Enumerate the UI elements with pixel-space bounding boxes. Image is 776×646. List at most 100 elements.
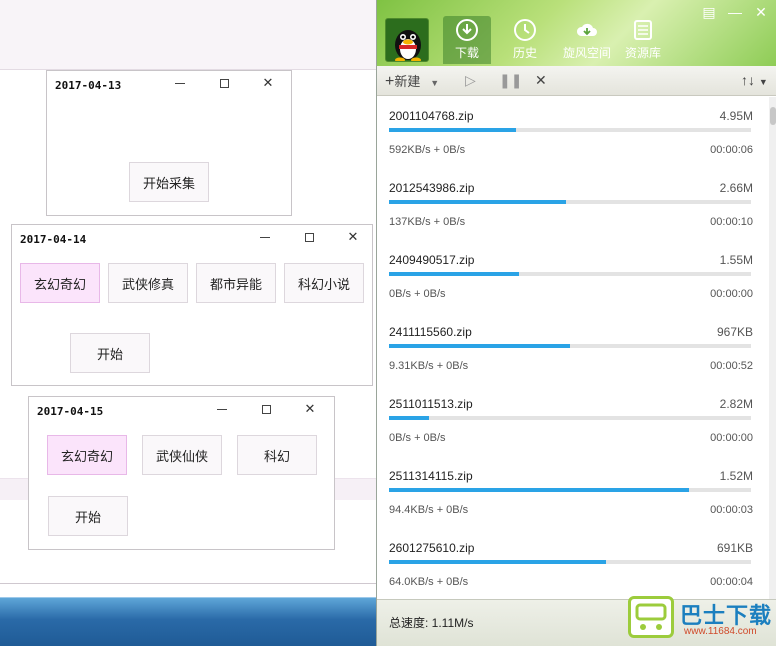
watermark: 巴士下载 www.11684.com (624, 592, 776, 646)
remaining-time: 00:00:04 (710, 576, 753, 588)
library-icon (631, 18, 655, 42)
file-name: 2511011513.zip (389, 397, 473, 411)
close-icon[interactable]: ✕ (299, 399, 321, 419)
start-collect-button[interactable]: 开始采集 (129, 162, 209, 202)
progress-bar (389, 200, 751, 204)
download-item[interactable]: 2511011513.zip 2.82M 0B/s + 0B/s 00:00:0… (389, 385, 753, 457)
minimize-icon[interactable] (169, 73, 191, 93)
background-app-divider (0, 583, 376, 584)
remaining-time: 00:00:10 (710, 216, 753, 228)
transfer-speed: 137KB/s + 0B/s (389, 216, 466, 228)
download-item[interactable]: 2001104768.zip 4.95M 592KB/s + 0B/s 00:0… (389, 97, 753, 169)
close-icon[interactable]: ✕ (342, 227, 364, 247)
sort-icon: ↑↓ (741, 72, 755, 88)
progress-fill (389, 344, 570, 348)
remaining-time: 00:00:00 (710, 288, 753, 300)
new-label: 新建 (394, 74, 421, 89)
category-button-wuxia[interactable]: 武侠修真 (108, 263, 188, 303)
chevron-down-icon: ▼ (758, 77, 768, 87)
download-manager-header: 下载 历史 旋风空间 资源库 ▤ — ✕ (377, 0, 776, 66)
transfer-speed: 9.31KB/s + 0B/s (389, 360, 469, 372)
remaining-time: 00:00:06 (710, 144, 753, 156)
file-name: 2409490517.zip (389, 253, 475, 267)
watermark-url: www.11684.com (684, 626, 757, 637)
penguin-avatar-icon[interactable] (385, 18, 429, 62)
new-task-button[interactable]: +新建 ▼ (385, 71, 439, 91)
skin-icon[interactable]: ▤ (701, 4, 717, 21)
minimize-icon[interactable] (254, 227, 276, 247)
file-size: 4.95M (719, 109, 753, 123)
background-app-header (0, 0, 376, 70)
scrollbar-thumb[interactable] (770, 107, 776, 125)
plus-icon: + (385, 73, 395, 90)
pause-icon[interactable]: ❚❚ (499, 72, 522, 89)
close-icon[interactable]: ✕ (753, 4, 769, 21)
maximize-icon[interactable] (298, 227, 320, 247)
cloud-icon (575, 18, 599, 42)
maximize-icon[interactable] (213, 73, 235, 93)
nav-label: 历史 (512, 46, 537, 60)
progress-fill (389, 560, 607, 564)
scrollbar[interactable] (769, 97, 776, 599)
progress-fill (389, 200, 567, 204)
minimize-icon[interactable] (211, 399, 233, 419)
download-list: 2001104768.zip 4.95M 592KB/s + 0B/s 00:0… (377, 97, 769, 599)
nav-label: 下载 (454, 46, 479, 60)
transfer-speed: 0B/s + 0B/s (389, 288, 446, 300)
transfer-speed: 592KB/s + 0B/s (389, 144, 466, 156)
file-name: 2511314115.zip (389, 469, 473, 483)
category-button-xuanhuan[interactable]: 玄幻奇幻 (47, 435, 127, 475)
file-size: 1.55M (719, 253, 753, 267)
window-title: 2017-04-15 (37, 405, 104, 418)
download-toolbar: +新建 ▼ ▷ ❚❚ ✕ ↑↓ ▼ (377, 66, 776, 96)
download-item[interactable]: 2409490517.zip 1.55M 0B/s + 0B/s 00:00:0… (389, 241, 753, 313)
category-button-kehuan[interactable]: 科幻 (237, 435, 317, 475)
chevron-down-icon[interactable]: ▼ (430, 78, 439, 88)
minimize-icon[interactable]: — (727, 4, 743, 21)
category-button-wuxia[interactable]: 武侠仙侠 (142, 435, 222, 475)
progress-fill (389, 272, 520, 276)
transfer-speed: 0B/s + 0B/s (389, 432, 446, 444)
nav-download[interactable]: 下载 (443, 16, 491, 64)
nav-cloud-space[interactable]: 旋风空间 (559, 18, 615, 61)
total-speed: 总速度: 1.11M/s (389, 616, 474, 630)
progress-bar (389, 416, 751, 420)
remaining-time: 00:00:52 (710, 360, 753, 372)
file-name: 2411115560.zip (389, 325, 472, 339)
maximize-icon[interactable] (255, 399, 277, 419)
nav-history[interactable]: 历史 (501, 18, 549, 61)
progress-fill (389, 488, 690, 492)
window-title: 2017-04-14 (20, 233, 87, 246)
file-name: 2012543986.zip (389, 181, 475, 195)
download-item[interactable]: 2601275610.zip 691KB 64.0KB/s + 0B/s 00:… (389, 529, 753, 599)
collector-window-0415: 2017-04-15 ✕ 玄幻奇幻 武侠仙侠 科幻 开始 (28, 396, 335, 550)
delete-icon[interactable]: ✕ (535, 72, 547, 89)
progress-bar (389, 344, 751, 348)
file-size: 691KB (716, 541, 753, 555)
file-name: 2001104768.zip (389, 109, 474, 123)
sort-button[interactable]: ↑↓ ▼ (741, 72, 768, 88)
play-icon[interactable]: ▷ (465, 72, 476, 89)
file-size: 1.52M (719, 469, 753, 483)
file-size: 2.66M (719, 181, 753, 195)
clock-icon (513, 18, 537, 42)
nav-library[interactable]: 资源库 (619, 18, 667, 61)
transfer-speed: 94.4KB/s + 0B/s (389, 504, 469, 516)
collector-window-0414: 2017-04-14 ✕ 玄幻奇幻 武侠修真 都市异能 科幻小说 开始 (11, 224, 373, 386)
progress-bar (389, 128, 751, 132)
category-button-dushi[interactable]: 都市异能 (196, 263, 276, 303)
download-item[interactable]: 2511314115.zip 1.52M 94.4KB/s + 0B/s 00:… (389, 457, 753, 529)
download-icon (455, 18, 479, 42)
category-button-xuanhuan[interactable]: 玄幻奇幻 (20, 263, 100, 303)
remaining-time: 00:00:03 (710, 504, 753, 516)
progress-bar (389, 272, 751, 276)
start-button[interactable]: 开始 (70, 333, 150, 373)
start-button[interactable]: 开始 (48, 496, 128, 536)
close-icon[interactable]: ✕ (257, 73, 279, 93)
window-title: 2017-04-13 (55, 79, 122, 92)
download-item[interactable]: 2411115560.zip 967KB 9.31KB/s + 0B/s 00:… (389, 313, 753, 385)
progress-bar (389, 560, 751, 564)
category-button-kehuan[interactable]: 科幻小说 (284, 263, 364, 303)
download-item[interactable]: 2012543986.zip 2.66M 137KB/s + 0B/s 00:0… (389, 169, 753, 241)
remaining-time: 00:00:00 (710, 432, 753, 444)
